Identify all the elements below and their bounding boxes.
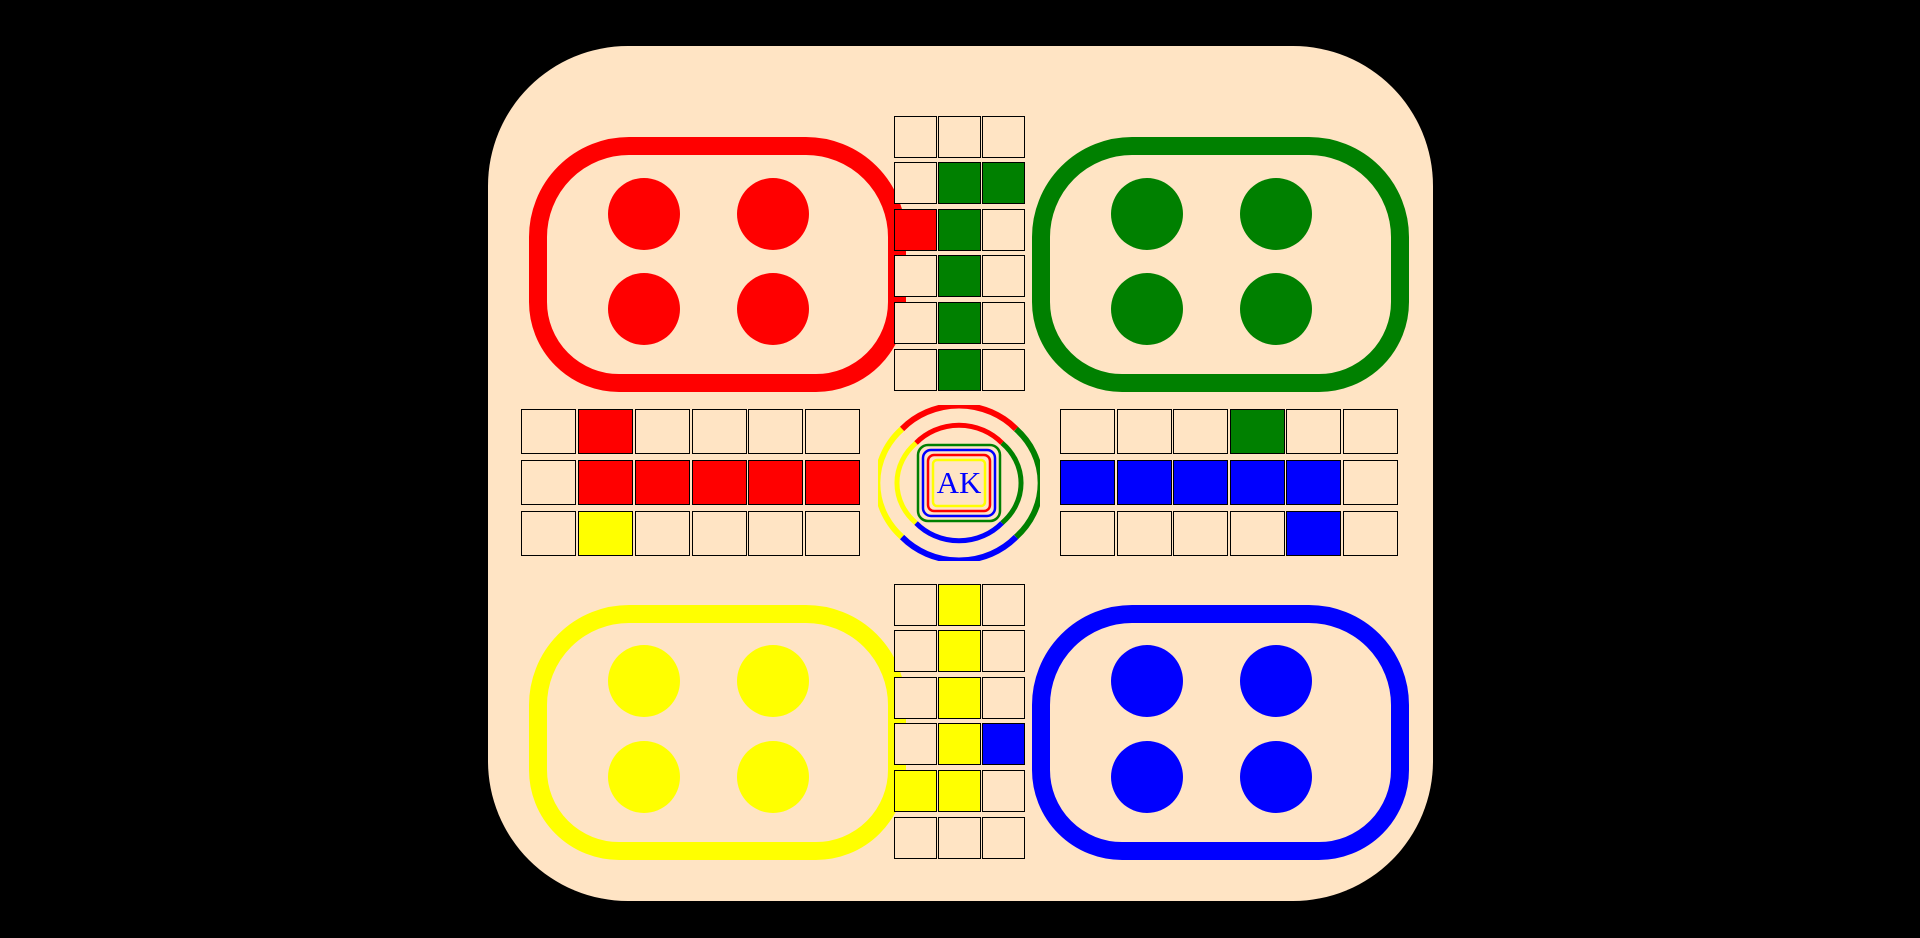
green-token[interactable] bbox=[1240, 178, 1312, 250]
track-cell bbox=[894, 584, 937, 626]
track-cell bbox=[748, 409, 803, 454]
yellow-token[interactable] bbox=[608, 645, 680, 717]
red-token[interactable] bbox=[608, 273, 680, 345]
track-cell bbox=[894, 349, 937, 391]
red-home-cell bbox=[748, 460, 803, 505]
green-start-cell bbox=[982, 162, 1025, 204]
track-cell bbox=[982, 349, 1025, 391]
track-cell bbox=[982, 302, 1025, 344]
green-home-cell bbox=[938, 349, 981, 391]
track-cell bbox=[1230, 511, 1285, 556]
track-cell bbox=[805, 511, 860, 556]
track-cell bbox=[894, 677, 937, 719]
track-cell bbox=[938, 817, 981, 859]
yellow-token[interactable] bbox=[608, 741, 680, 813]
track-cell bbox=[1173, 511, 1228, 556]
yellow-token[interactable] bbox=[737, 645, 809, 717]
blue-yard bbox=[1032, 605, 1409, 860]
blue-token[interactable] bbox=[1240, 645, 1312, 717]
track-cell bbox=[894, 116, 937, 158]
track-cell bbox=[938, 116, 981, 158]
blue-home-cell bbox=[1060, 460, 1115, 505]
home-center: AK bbox=[878, 405, 1040, 561]
track-cell bbox=[894, 162, 937, 204]
track-cell bbox=[1173, 409, 1228, 454]
track-cell bbox=[692, 511, 747, 556]
yellow-home-cell bbox=[938, 630, 981, 672]
track-cell bbox=[894, 302, 937, 344]
yellow-home-cell bbox=[938, 770, 981, 812]
red-home-cell bbox=[805, 460, 860, 505]
track-cell bbox=[1343, 460, 1398, 505]
blue-token[interactable] bbox=[1111, 645, 1183, 717]
green-token[interactable] bbox=[1111, 273, 1183, 345]
yellow-home-cell bbox=[938, 677, 981, 719]
track-cell bbox=[894, 817, 937, 859]
red-safe-cell bbox=[894, 209, 937, 251]
green-token[interactable] bbox=[1111, 178, 1183, 250]
track-cell bbox=[1117, 409, 1172, 454]
track-cell bbox=[982, 255, 1025, 297]
blue-token[interactable] bbox=[1111, 741, 1183, 813]
track-cell bbox=[1060, 511, 1115, 556]
blue-home-cell bbox=[1117, 460, 1172, 505]
green-yard bbox=[1032, 137, 1409, 392]
red-start-cell bbox=[578, 409, 633, 454]
yellow-token[interactable] bbox=[737, 741, 809, 813]
red-token[interactable] bbox=[737, 178, 809, 250]
red-token[interactable] bbox=[608, 178, 680, 250]
track-cell bbox=[635, 511, 690, 556]
red-token[interactable] bbox=[737, 273, 809, 345]
red-home-cell bbox=[692, 460, 747, 505]
blue-home-cell bbox=[1286, 460, 1341, 505]
track-cell bbox=[521, 409, 576, 454]
track-cell bbox=[982, 116, 1025, 158]
green-token[interactable] bbox=[1240, 273, 1312, 345]
yellow-start-cell bbox=[894, 770, 937, 812]
blue-safe-cell bbox=[982, 723, 1025, 765]
track-cell bbox=[692, 409, 747, 454]
blue-token[interactable] bbox=[1240, 741, 1312, 813]
track-cell bbox=[982, 584, 1025, 626]
yellow-home-cell bbox=[938, 723, 981, 765]
track-cell bbox=[982, 209, 1025, 251]
track-cell bbox=[1343, 511, 1398, 556]
track-cell bbox=[748, 511, 803, 556]
track-cell bbox=[982, 817, 1025, 859]
track-cell bbox=[805, 409, 860, 454]
track-cell bbox=[1060, 409, 1115, 454]
track-cell bbox=[894, 723, 937, 765]
blue-home-cell bbox=[1173, 460, 1228, 505]
green-home-cell bbox=[938, 255, 981, 297]
green-home-cell bbox=[938, 302, 981, 344]
blue-home-cell bbox=[1230, 460, 1285, 505]
green-home-cell bbox=[938, 162, 981, 204]
track-cell bbox=[982, 677, 1025, 719]
track-cell bbox=[982, 770, 1025, 812]
blue-start-cell bbox=[1286, 511, 1341, 556]
green-safe-cell bbox=[1230, 409, 1285, 454]
yellow-safe-cell bbox=[578, 511, 633, 556]
track-cell bbox=[635, 409, 690, 454]
yellow-yard bbox=[529, 605, 906, 860]
red-home-cell bbox=[635, 460, 690, 505]
track-cell bbox=[894, 630, 937, 672]
center-logo-text: AK bbox=[936, 465, 982, 500]
track-cell bbox=[982, 630, 1025, 672]
track-cell bbox=[521, 511, 576, 556]
track-cell bbox=[1117, 511, 1172, 556]
green-home-cell bbox=[938, 209, 981, 251]
red-home-cell bbox=[578, 460, 633, 505]
track-cell bbox=[521, 460, 576, 505]
red-yard bbox=[529, 137, 906, 392]
yellow-home-cell bbox=[938, 584, 981, 626]
track-cell bbox=[1343, 409, 1398, 454]
track-cell bbox=[1286, 409, 1341, 454]
track-cell bbox=[894, 255, 937, 297]
